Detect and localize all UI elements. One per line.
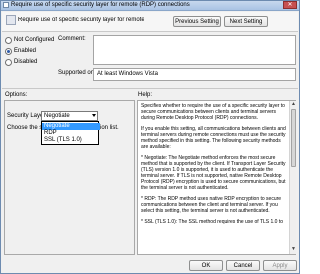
not-configured-radio[interactable] bbox=[5, 37, 12, 44]
help-paragraph: If you enable this setting, all communic… bbox=[141, 126, 286, 150]
next-setting-button[interactable]: Next Setting bbox=[224, 16, 268, 27]
disabled-label: Disabled bbox=[14, 59, 38, 65]
disabled-radio[interactable] bbox=[5, 59, 12, 66]
enabled-radio[interactable] bbox=[5, 48, 12, 55]
help-scrollbar[interactable]: ▲ ▼ bbox=[289, 101, 296, 254]
help-paragraph: * RDP: The RDP method uses native RDP en… bbox=[141, 196, 282, 214]
title-bar[interactable]: Require use of specific security layer f… bbox=[1, 1, 299, 11]
security-layer-dropdown: Negotiate RDP SSL (TLS 1.0) bbox=[41, 121, 100, 145]
help-paragraph: Specifies whether to require the use of … bbox=[141, 103, 285, 121]
help-panel: Specifies whether to require the use of … bbox=[137, 100, 296, 255]
chevron-down-icon[interactable] bbox=[92, 114, 96, 117]
policy-name: Require use of specific security layer f… bbox=[18, 17, 144, 23]
security-layer-select[interactable]: Negotiate bbox=[41, 111, 98, 121]
section-divider bbox=[2, 88, 298, 89]
close-icon: ✕ bbox=[287, 2, 293, 8]
help-paragraph: * SSL (TLS 1.0): The SSL method requires… bbox=[141, 219, 284, 225]
policy-dialog-window: Require use of specific security layer f… bbox=[0, 0, 300, 274]
close-button[interactable]: ✕ bbox=[283, 1, 297, 9]
ok-button[interactable]: OK bbox=[189, 260, 223, 271]
comment-input[interactable] bbox=[93, 35, 296, 65]
policy-header: Require use of specific security layer f… bbox=[2, 12, 298, 31]
cancel-button[interactable]: Cancel bbox=[226, 260, 260, 271]
not-configured-label: Not Configured bbox=[14, 37, 55, 43]
help-title: Help: bbox=[138, 92, 153, 98]
dropdown-option-negotiate[interactable]: Negotiate bbox=[42, 123, 100, 130]
scrollbar-thumb[interactable] bbox=[291, 109, 296, 167]
scroll-down-icon[interactable]: ▼ bbox=[291, 247, 296, 252]
policy-settings-icon bbox=[6, 15, 16, 25]
options-panel: Security Layer Negotiate Choose the secu… bbox=[4, 100, 135, 255]
enabled-label: Enabled bbox=[14, 48, 37, 54]
window-title: Require use of specific security layer f… bbox=[11, 2, 190, 8]
apply-button[interactable]: Apply bbox=[263, 260, 297, 271]
supported-on-label: Supported on: bbox=[58, 70, 96, 76]
scroll-up-icon[interactable]: ▲ bbox=[291, 102, 296, 107]
security-layer-label: Security Layer bbox=[7, 113, 46, 119]
security-layer-value: Negotiate bbox=[44, 113, 70, 119]
help-paragraph: * Negotiate: The Negotiate method enforc… bbox=[141, 155, 286, 191]
help-text: Specifies whether to require the use of … bbox=[141, 103, 287, 253]
header-divider bbox=[2, 31, 298, 32]
comment-label: Comment: bbox=[58, 36, 86, 42]
options-title: Options: bbox=[5, 92, 28, 98]
supported-on-value: At least Windows Vista bbox=[97, 71, 158, 77]
previous-setting-button[interactable]: Previous Setting bbox=[173, 16, 221, 27]
choose-text-right: ion list. bbox=[100, 125, 119, 131]
dropdown-option-ssl[interactable]: SSL (TLS 1.0) bbox=[42, 137, 100, 144]
policy-icon bbox=[3, 2, 9, 8]
supported-on-field: At least Windows Vista bbox=[93, 68, 296, 81]
dropdown-option-rdp[interactable]: RDP bbox=[42, 130, 100, 137]
